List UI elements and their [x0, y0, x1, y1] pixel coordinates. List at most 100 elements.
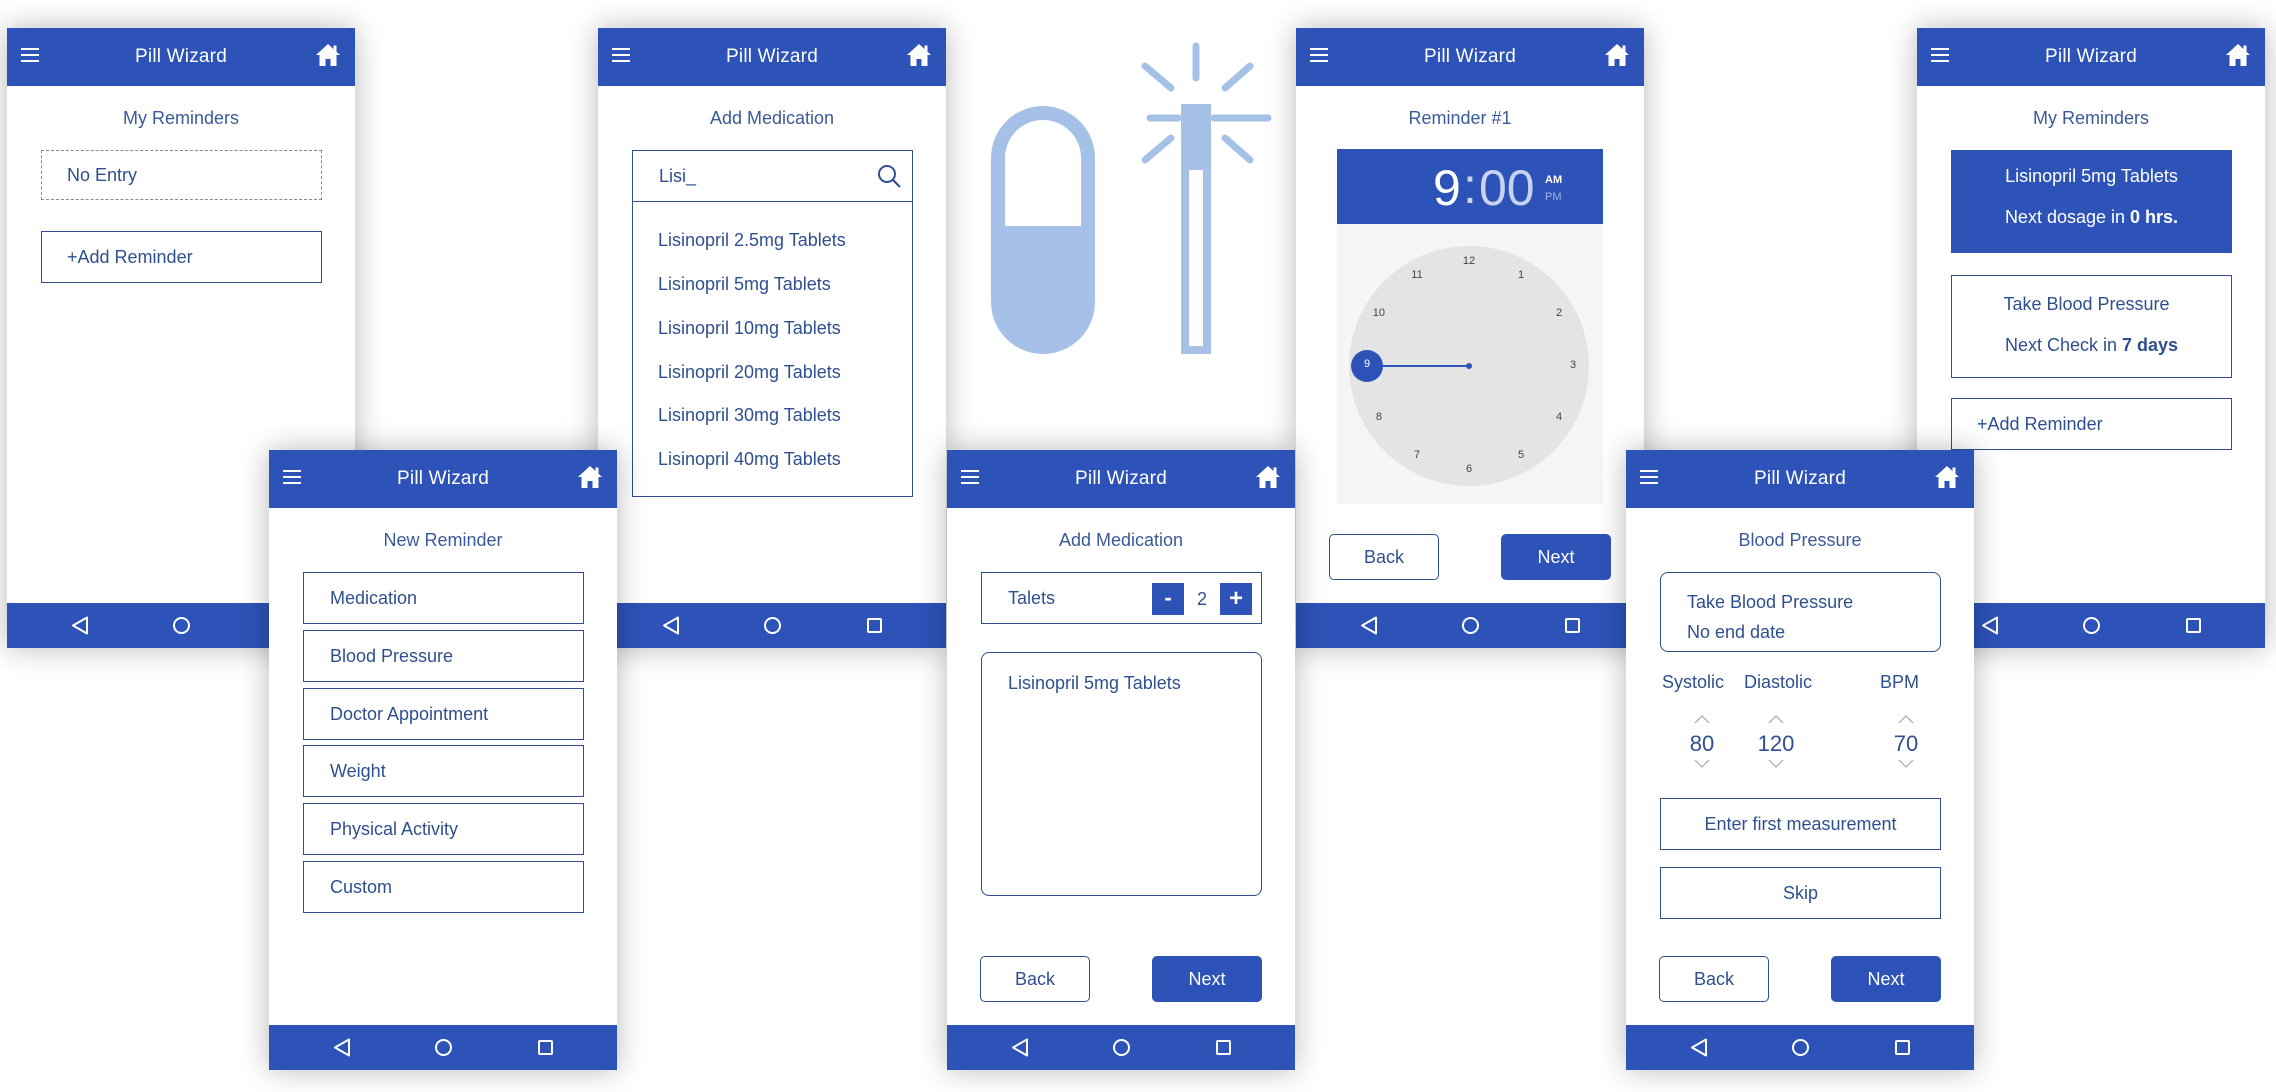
- result-item[interactable]: Lisinopril 30mg Tablets: [658, 405, 841, 426]
- app-bar: Pill Wizard: [1626, 450, 1974, 508]
- nav-home-icon[interactable]: [173, 617, 190, 634]
- nav-home-icon[interactable]: [1792, 1039, 1809, 1056]
- menu-icon[interactable]: [283, 470, 301, 484]
- search-input-value[interactable]: Lisi_: [659, 166, 696, 187]
- nav-back-icon[interactable]: [662, 616, 680, 635]
- home-icon[interactable]: [1934, 465, 1960, 489]
- nav-back-icon[interactable]: [71, 616, 89, 635]
- bp-next-value: 7 days: [2122, 335, 2179, 355]
- add-reminder-button[interactable]: +Add Reminder: [41, 231, 322, 283]
- search-icon[interactable]: [876, 163, 902, 189]
- increment-button[interactable]: +: [1220, 583, 1252, 615]
- back-button[interactable]: Back: [1659, 956, 1769, 1002]
- nav-recent-icon[interactable]: [1565, 618, 1580, 633]
- option-medication[interactable]: Medication: [303, 572, 584, 624]
- nav-back-icon[interactable]: [333, 1038, 351, 1057]
- home-icon[interactable]: [906, 43, 932, 67]
- back-button[interactable]: Back: [980, 956, 1090, 1002]
- page-title: Add Medication: [1058, 530, 1184, 550]
- app-title: Pill Wizard: [1424, 46, 1516, 67]
- nav-back-icon[interactable]: [1360, 616, 1378, 635]
- result-item[interactable]: Lisinopril 40mg Tablets: [658, 449, 841, 470]
- menu-icon[interactable]: [961, 470, 979, 484]
- nav-home-icon[interactable]: [764, 617, 781, 634]
- screen-blood-pressure: Pill Wizard Blood Pressure Take Blood Pr…: [1626, 450, 1974, 1070]
- nav-back-icon[interactable]: [1011, 1038, 1029, 1057]
- time-hour[interactable]: 9: [1433, 159, 1461, 217]
- nav-home-icon[interactable]: [435, 1039, 452, 1056]
- nav-recent-icon[interactable]: [2186, 618, 2201, 633]
- no-entry-label: No Entry: [67, 164, 138, 185]
- search-results-list: Lisinopril 2.5mg Tablets Lisinopril 5mg …: [632, 202, 913, 497]
- option-weight[interactable]: Weight: [303, 745, 584, 797]
- next-button[interactable]: Next: [1152, 956, 1262, 1002]
- home-icon[interactable]: [1255, 465, 1281, 489]
- bpm-stepper[interactable]: 70: [1876, 712, 1936, 776]
- menu-icon[interactable]: [1640, 470, 1658, 484]
- diastolic-label: Diastolic: [1744, 672, 1813, 692]
- system-nav-bar: [947, 1025, 1295, 1070]
- page-title: Reminder #1: [1408, 108, 1512, 128]
- nav-back-icon[interactable]: [1981, 616, 1999, 635]
- enter-first-measurement-button[interactable]: Enter first measurement: [1660, 798, 1941, 850]
- system-nav-bar: [1296, 603, 1644, 648]
- bp-reminder-card[interactable]: Take Blood Pressure Next Check in 7 days: [1951, 275, 2232, 378]
- chevron-down-icon[interactable]: [1694, 757, 1710, 771]
- nav-recent-icon[interactable]: [538, 1040, 553, 1055]
- result-item[interactable]: Lisinopril 10mg Tablets: [658, 318, 841, 339]
- result-item[interactable]: Lisinopril 2.5mg Tablets: [658, 230, 846, 251]
- nav-recent-icon[interactable]: [1216, 1040, 1231, 1055]
- option-physical-activity[interactable]: Physical Activity: [303, 803, 584, 855]
- home-icon[interactable]: [2225, 43, 2251, 67]
- app-bar: Pill Wizard: [947, 450, 1295, 508]
- home-icon[interactable]: [315, 43, 341, 67]
- result-item[interactable]: Lisinopril 20mg Tablets: [658, 362, 841, 383]
- menu-icon[interactable]: [1310, 48, 1328, 62]
- nav-home-icon[interactable]: [2083, 617, 2100, 634]
- pill-wizard-logo: [991, 42, 1272, 354]
- search-field[interactable]: Lisi_: [632, 150, 913, 202]
- nav-home-icon[interactable]: [1462, 617, 1479, 634]
- clock-face[interactable]: 1 2 3 4 5 6 7 8 10 11 12 9: [1349, 246, 1589, 486]
- home-icon[interactable]: [577, 465, 603, 489]
- medication-reminder-card[interactable]: Lisinopril 5mg Tablets Next dosage in 0 …: [1951, 150, 2232, 253]
- app-title: Pill Wizard: [1075, 468, 1167, 489]
- option-doctor-appointment[interactable]: Doctor Appointment: [303, 688, 584, 740]
- next-button[interactable]: Next: [1831, 956, 1941, 1002]
- selected-medication-box: Lisinopril 5mg Tablets: [981, 652, 1262, 896]
- bp-reminder-summary: Take Blood Pressure No end date: [1660, 572, 1941, 652]
- menu-icon[interactable]: [612, 48, 630, 62]
- diastolic-stepper[interactable]: 120: [1746, 712, 1806, 776]
- nav-back-icon[interactable]: [1690, 1038, 1708, 1057]
- chevron-down-icon[interactable]: [1768, 757, 1784, 771]
- chevron-up-icon[interactable]: [1694, 712, 1710, 726]
- result-item[interactable]: Lisinopril 5mg Tablets: [658, 274, 831, 295]
- option-blood-pressure[interactable]: Blood Pressure: [303, 630, 584, 682]
- menu-icon[interactable]: [21, 48, 39, 62]
- chevron-down-icon[interactable]: [1898, 757, 1914, 771]
- time-minute[interactable]: 00: [1479, 159, 1535, 217]
- systolic-stepper[interactable]: 80: [1672, 712, 1732, 776]
- nav-recent-icon[interactable]: [1895, 1040, 1910, 1055]
- systolic-value: 80: [1689, 731, 1715, 756]
- option-custom[interactable]: Custom: [303, 861, 584, 913]
- app-title: Pill Wizard: [135, 46, 227, 67]
- add-reminder-button[interactable]: +Add Reminder: [1951, 398, 2232, 450]
- chevron-up-icon[interactable]: [1768, 712, 1784, 726]
- decrement-button[interactable]: -: [1152, 583, 1184, 615]
- next-button[interactable]: Next: [1501, 534, 1611, 580]
- pm-toggle[interactable]: PM: [1545, 191, 1562, 203]
- nav-recent-icon[interactable]: [867, 618, 882, 633]
- skip-button[interactable]: Skip: [1660, 867, 1941, 919]
- nav-home-icon[interactable]: [1113, 1039, 1130, 1056]
- systolic-label: Systolic: [1662, 672, 1725, 692]
- option-label: Medication: [330, 587, 418, 608]
- am-toggle[interactable]: AM: [1545, 174, 1562, 186]
- home-icon[interactable]: [1604, 43, 1630, 67]
- chevron-up-icon[interactable]: [1898, 712, 1914, 726]
- skip-label: Skip: [1782, 882, 1818, 903]
- back-button[interactable]: Back: [1329, 534, 1439, 580]
- selected-medication: Lisinopril 5mg Tablets: [1008, 673, 1181, 693]
- menu-icon[interactable]: [1931, 48, 1949, 62]
- enter-first-label: Enter first measurement: [1704, 813, 1897, 834]
